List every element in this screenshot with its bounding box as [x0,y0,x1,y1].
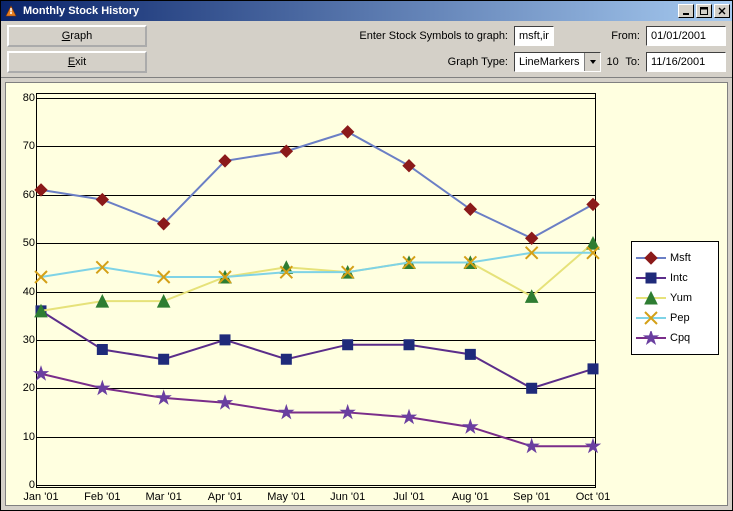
legend-label: Pep [670,312,690,324]
from-input[interactable] [646,26,726,46]
y-tick-label: 70 [11,140,35,152]
x-tick-label: May '01 [267,491,305,503]
chart-area: 0 10 20 30 40 50 60 70 80 Jan '01 Feb '01 Mar '01 Ap… [5,82,728,506]
gridline [37,437,595,438]
window-controls [678,4,730,18]
window: Monthly Stock History Enter Stock Symbol… [0,0,733,511]
symbols-input[interactable] [514,26,554,46]
graph-type-wrap: LineMarkers 10 [514,52,554,72]
legend-label: Intc [670,272,688,284]
x-tick-label: Apr '01 [208,491,243,503]
legend-label: Msft [670,252,691,264]
legend-marker [636,291,666,305]
gridline [37,292,595,293]
x-tick-label: Jun '01 [330,491,365,503]
legend-item: Cpq [636,328,714,348]
gridline [37,98,595,99]
legend-label: Cpq [670,332,690,344]
gridline [37,195,595,196]
legend-item: Pep [636,308,714,328]
legend-marker [636,331,666,345]
to-input[interactable] [646,52,726,72]
maximize-button[interactable] [696,4,712,18]
y-tick-label: 80 [11,92,35,104]
minimize-button[interactable] [678,4,694,18]
plot-area: 01020304050607080Jan '01Feb '01Mar '01Ap… [36,93,596,488]
gridline [37,340,595,341]
legend-item: Intc [636,268,714,288]
y-tick-label: 60 [11,189,35,201]
x-tick-label: Jul '01 [393,491,424,503]
legend-item: Yum [636,288,714,308]
legend-marker [636,271,666,285]
y-tick-label: 40 [11,286,35,298]
symbols-label: Enter Stock Symbols to graph: [153,30,508,42]
y-tick-label: 10 [11,431,35,443]
gridline [37,243,595,244]
graph-button[interactable]: Graph [7,25,147,47]
legend-label: Yum [670,292,692,304]
graph-type-label: Graph Type: [153,56,508,68]
to-label: To: [560,56,640,68]
window-title: Monthly Stock History [23,5,678,17]
from-label: From: [560,30,640,42]
legend-item: Msft [636,248,714,268]
legend-marker [636,311,666,325]
x-tick-label: Mar '01 [145,491,181,503]
toolbar: Enter Stock Symbols to graph: From: Grap… [1,21,732,78]
y-tick-label: 30 [11,334,35,346]
close-button[interactable] [714,4,730,18]
exit-button[interactable]: Exit [7,51,147,73]
x-tick-label: Oct '01 [576,491,611,503]
x-tick-label: Feb '01 [84,491,120,503]
gridline [37,388,595,389]
gridline [37,146,595,147]
y-tick-label: 20 [11,382,35,394]
titlebar: Monthly Stock History [1,1,732,21]
x-tick-label: Aug '01 [452,491,489,503]
y-tick-label: 50 [11,237,35,249]
x-tick-label: Sep '01 [513,491,550,503]
legend: Msft Intc Yum Pep Cpq [631,241,719,355]
app-icon [3,3,19,19]
x-tick-label: Jan '01 [23,491,58,503]
y-tick-label: 0 [11,479,35,491]
legend-marker [636,251,666,265]
gridline [37,485,595,486]
